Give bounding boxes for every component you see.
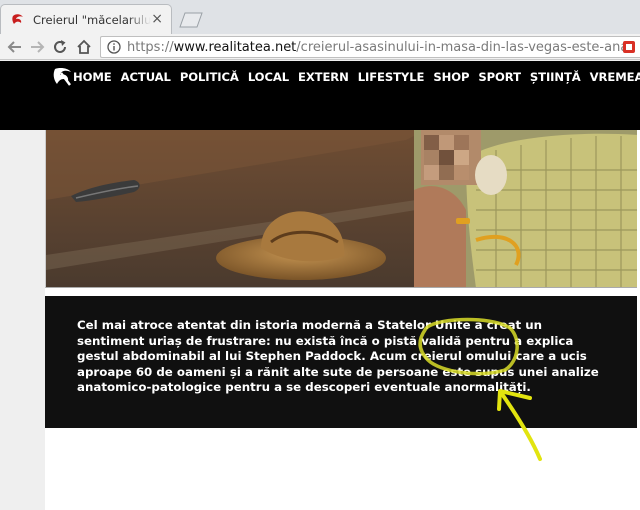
url-scheme: https:// bbox=[127, 39, 174, 55]
site-nav-links: HOME ACTUAL POLITICĂ LOCAL EXTERN LIFESTYLE SH… bbox=[73, 69, 640, 85]
reload-icon[interactable] bbox=[51, 38, 69, 56]
info-icon[interactable] bbox=[107, 40, 121, 54]
realitatea-favicon-icon bbox=[12, 13, 23, 24]
realitatea-logo-icon[interactable] bbox=[52, 67, 74, 87]
home-icon[interactable] bbox=[75, 38, 93, 56]
nav-link-sport[interactable]: SPORT bbox=[478, 69, 521, 85]
forward-icon[interactable] bbox=[28, 38, 46, 56]
nav-link-actual[interactable]: ACTUAL bbox=[121, 69, 171, 85]
address-bar[interactable]: https://www.realitatea.net/creierul-asas… bbox=[100, 36, 640, 58]
article-content: Cel mai atroce atentat din istoria moder… bbox=[45, 130, 640, 510]
back-icon[interactable] bbox=[6, 38, 24, 56]
site-navbar: HOME ACTUAL POLITICĂ LOCAL EXTERN LIFESTYLE SH… bbox=[0, 61, 640, 130]
web-page: HOME ACTUAL POLITICĂ LOCAL EXTERN LIFESTYLE SH… bbox=[0, 61, 640, 510]
nav-link-shop[interactable]: SHOP bbox=[433, 69, 469, 85]
nav-link-lifestyle[interactable]: LIFESTYLE bbox=[358, 69, 425, 85]
nav-link-știință[interactable]: ȘTIINȚĂ bbox=[530, 69, 581, 85]
url-path: /creierul-asasinului-in-masa-din-las-veg… bbox=[296, 39, 623, 55]
nav-link-home[interactable]: HOME bbox=[73, 69, 112, 85]
nav-link-extern[interactable]: EXTERN bbox=[298, 69, 349, 85]
nav-link-vremea[interactable]: VREMEA bbox=[590, 69, 640, 85]
url-host: www.realitatea.net bbox=[173, 39, 297, 55]
tab-strip: Creierul "măcelarului" din Las Vegas × bbox=[0, 0, 640, 34]
url-text[interactable]: https://www.realitatea.net/creierul-asas… bbox=[127, 40, 623, 55]
caption-box: Cel mai atroce atentat din istoria moder… bbox=[45, 296, 637, 428]
article-photo bbox=[45, 130, 637, 288]
new-tab-icon[interactable] bbox=[176, 11, 206, 29]
extension-icon[interactable] bbox=[622, 40, 636, 54]
nav-link-politică[interactable]: POLITICĂ bbox=[180, 69, 239, 85]
tab-close-icon[interactable]: × bbox=[151, 11, 163, 27]
tab-title: Creierul "măcelarului" din Las Vegas bbox=[33, 12, 151, 27]
browser-tab[interactable]: Creierul "măcelarului" din Las Vegas × bbox=[0, 4, 172, 34]
browser-toolbar: https://www.realitatea.net/creierul-asas… bbox=[0, 34, 640, 60]
nav-link-local[interactable]: LOCAL bbox=[248, 69, 289, 85]
article-caption: Cel mai atroce atentat din istoria moder… bbox=[77, 318, 599, 395]
